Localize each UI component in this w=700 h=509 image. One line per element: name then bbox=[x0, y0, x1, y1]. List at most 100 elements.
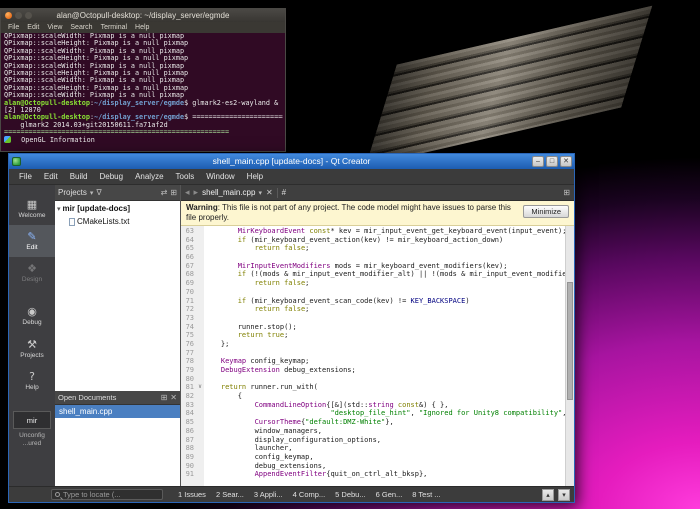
down-arrow-button[interactable]: ▾ bbox=[558, 489, 570, 501]
output-pane-button[interactable]: 4 Comp... bbox=[288, 490, 331, 499]
code-text: Keymap config_keymap; bbox=[204, 357, 574, 366]
back-icon[interactable]: ◂ bbox=[185, 187, 190, 198]
close-icon[interactable]: ✕ bbox=[170, 393, 177, 402]
code-line: 75 return true; bbox=[181, 331, 574, 340]
line-number: 74 bbox=[181, 323, 196, 332]
text-segment: if bbox=[238, 270, 246, 278]
close-button[interactable]: ✕ bbox=[560, 156, 572, 167]
up-arrow-button[interactable]: ▴ bbox=[542, 489, 554, 501]
text-segment: CursorTheme bbox=[255, 418, 301, 426]
text-segment: CommandLineOption bbox=[255, 401, 327, 409]
terminal-output[interactable]: QPixmap::scaleWidth: Pixmap is a null pi… bbox=[4, 33, 283, 151]
code-line: 83 CommandLineOption{[&](std::string con… bbox=[181, 401, 574, 410]
terminal-menu-edit[interactable]: Edit bbox=[23, 24, 43, 31]
split-editor-icon[interactable]: ⊞ bbox=[563, 188, 570, 197]
fold-column bbox=[196, 236, 204, 245]
terminal-menu-file[interactable]: File bbox=[4, 24, 23, 31]
open-documents-title[interactable]: Open Documents bbox=[58, 393, 116, 402]
terminal-menu-help[interactable]: Help bbox=[131, 24, 153, 31]
mode-label: Edit bbox=[26, 244, 37, 251]
terminal-line: ========================================… bbox=[4, 129, 283, 136]
terminal-maximize-button[interactable] bbox=[25, 12, 32, 19]
locator-input[interactable]: Type to locate (... bbox=[51, 489, 163, 500]
terminal-menu-terminal[interactable]: Terminal bbox=[97, 24, 131, 31]
document-name: shell_main.cpp bbox=[202, 188, 255, 197]
help-icon: ? bbox=[29, 371, 35, 383]
open-document-item[interactable]: shell_main.cpp bbox=[55, 405, 180, 418]
warning-text: : This file is not part of any project. … bbox=[186, 203, 511, 222]
line-number: 82 bbox=[181, 392, 196, 401]
menu-help[interactable]: Help bbox=[241, 169, 269, 185]
kit-selector-button[interactable]: mir bbox=[13, 411, 51, 429]
text-segment bbox=[204, 357, 221, 365]
code-text bbox=[204, 375, 574, 384]
menu-file[interactable]: File bbox=[13, 169, 38, 185]
menu-debug[interactable]: Debug bbox=[93, 169, 129, 185]
terminal-menu-search[interactable]: Search bbox=[66, 24, 96, 31]
minimize-warning-button[interactable]: Minimize bbox=[523, 205, 569, 218]
mode-help[interactable]: ?Help bbox=[9, 365, 55, 397]
mode-edit[interactable]: ✎Edit bbox=[9, 225, 55, 257]
split-icon[interactable]: ⊞ bbox=[170, 188, 177, 197]
terminal-menu-view[interactable]: View bbox=[43, 24, 66, 31]
text-segment bbox=[204, 409, 330, 417]
chevron-down-icon[interactable]: ▾ bbox=[90, 189, 94, 197]
terminal-titlebar[interactable]: alan@Octopull-desktop: ~/display_server/… bbox=[1, 9, 285, 22]
text-segment: false bbox=[284, 279, 305, 287]
output-pane-button[interactable]: 6 Gen... bbox=[371, 490, 408, 499]
text-segment: return bbox=[221, 383, 246, 391]
text-segment: if bbox=[238, 297, 246, 305]
opengl-app-icon bbox=[4, 136, 11, 143]
output-pane-button[interactable]: 5 Debu... bbox=[330, 490, 370, 499]
mode-projects[interactable]: ⚒Projects bbox=[9, 333, 55, 365]
text-segment: "Ignored for Unity8 compatibility" bbox=[419, 409, 562, 417]
output-pane-button[interactable]: 2 Sear... bbox=[211, 490, 249, 499]
editor-scrollbar[interactable] bbox=[565, 226, 574, 486]
text-segment: ~/display_server/egmde bbox=[94, 99, 184, 107]
terminal-close-button[interactable] bbox=[5, 12, 12, 19]
tree-item-cmakelists[interactable]: CMakeLists.txt bbox=[55, 216, 180, 227]
document-dropdown[interactable]: shell_main.cpp ▾ bbox=[202, 188, 262, 197]
symbol-dropdown[interactable]: # bbox=[282, 188, 286, 197]
projects-pane-title[interactable]: Projects bbox=[58, 188, 87, 197]
search-icon bbox=[55, 492, 60, 497]
fold-column bbox=[196, 444, 204, 453]
line-number: 73 bbox=[181, 314, 196, 323]
fold-marker-icon[interactable]: ∨ bbox=[196, 383, 204, 392]
menu-analyze[interactable]: Analyze bbox=[129, 169, 169, 185]
output-pane-button[interactable]: 1 Issues bbox=[173, 490, 211, 499]
tree-item-project-root[interactable]: ▾ mir [update-docs] bbox=[55, 203, 180, 214]
minimize-button[interactable]: – bbox=[532, 156, 544, 167]
scrollbar-thumb[interactable] bbox=[567, 282, 573, 400]
menu-build[interactable]: Build bbox=[64, 169, 94, 185]
kit-status-line1: Unconfig bbox=[9, 432, 55, 440]
menu-tools[interactable]: Tools bbox=[170, 169, 201, 185]
close-document-icon[interactable]: ✕ bbox=[266, 188, 273, 197]
mode-welcome[interactable]: ▦Welcome bbox=[9, 193, 55, 225]
mode-debug[interactable]: ◉Debug bbox=[9, 299, 55, 333]
output-pane-button[interactable]: 3 Appli... bbox=[249, 490, 288, 499]
qtcreator-titlebar[interactable]: shell_main.cpp [update-docs] - Qt Creato… bbox=[9, 154, 574, 169]
chevron-down-icon: ▾ bbox=[258, 189, 262, 197]
expand-arrow-icon[interactable]: ▾ bbox=[57, 205, 61, 213]
output-pane-button[interactable]: 8 Test ... bbox=[407, 490, 445, 499]
line-number: 88 bbox=[181, 444, 196, 453]
menu-edit[interactable]: Edit bbox=[38, 169, 64, 185]
code-line: 87 display_configuration_options, bbox=[181, 436, 574, 445]
terminal-minimize-button[interactable] bbox=[15, 12, 22, 19]
code-line: 64 if (mir_keyboard_event_action(kev) !=… bbox=[181, 236, 574, 245]
code-text: return true; bbox=[204, 331, 574, 340]
text-segment: string bbox=[368, 401, 393, 409]
text-segment: debug_extensions; bbox=[280, 366, 356, 374]
terminal-title: alan@Octopull-desktop: ~/display_server/… bbox=[57, 11, 230, 20]
code-text: AppendEventFilter{quit_on_ctrl_alt_bksp}… bbox=[204, 470, 574, 479]
menu-window[interactable]: Window bbox=[200, 169, 240, 185]
sync-icon[interactable]: ⇄ bbox=[161, 188, 168, 197]
forward-icon[interactable]: ▸ bbox=[194, 187, 199, 198]
split-icon[interactable]: ⊞ bbox=[161, 393, 168, 402]
filter-icon[interactable]: ∇ bbox=[96, 188, 101, 197]
code-text: { bbox=[204, 392, 574, 401]
mode-label: Welcome bbox=[19, 212, 46, 219]
maximize-button[interactable]: □ bbox=[546, 156, 558, 167]
code-editor[interactable]: 63 MirKeyboardEvent const* kev = mir_inp… bbox=[181, 226, 574, 486]
